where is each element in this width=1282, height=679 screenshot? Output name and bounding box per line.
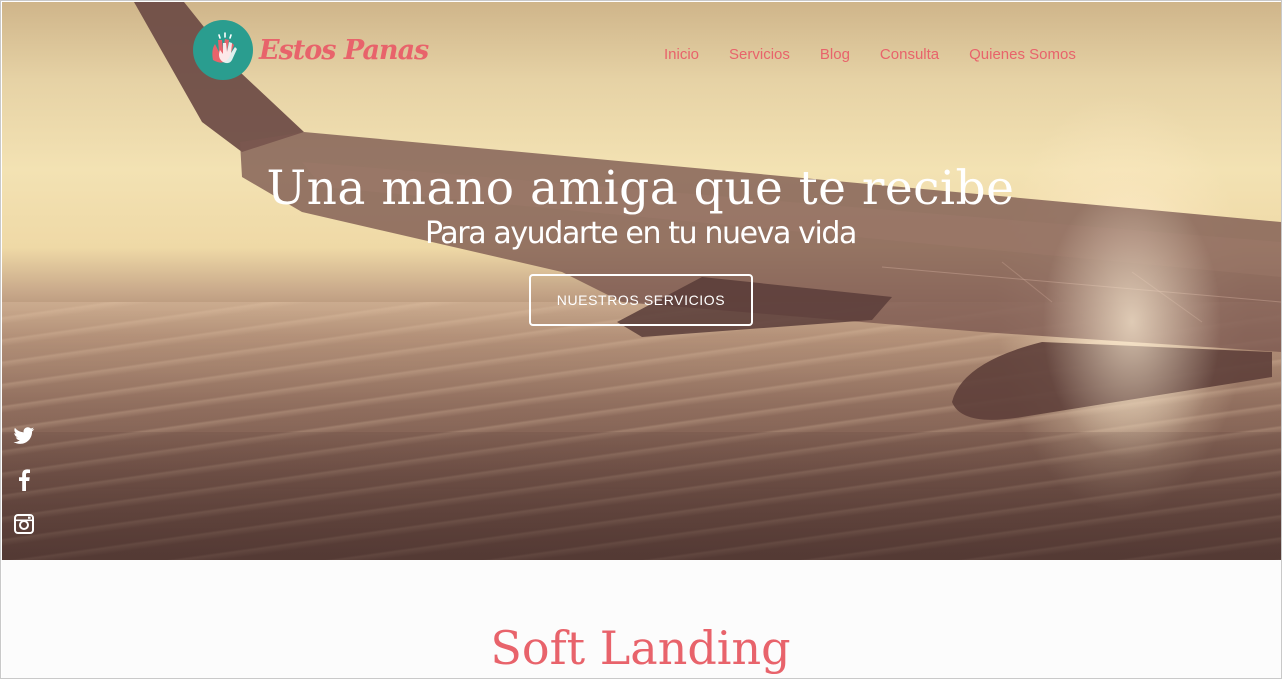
social-links: [13, 425, 35, 535]
hero-subtitle: Para ayudarte en tu nueva vida: [424, 216, 857, 251]
nav-item-quienes-somos[interactable]: Quienes Somos: [969, 46, 1076, 63]
nav-item-blog[interactable]: Blog: [820, 46, 850, 63]
site-logo[interactable]: Estos Panas: [193, 20, 429, 80]
main-nav: Inicio Servicios Blog Consulta Quienes S…: [664, 46, 1106, 63]
page-frame: Estos Panas Inicio Servicios Blog Consul…: [0, 0, 1282, 679]
twitter-icon[interactable]: [13, 425, 35, 447]
nav-item-inicio[interactable]: Inicio: [664, 46, 699, 63]
brand-name: Estos Panas: [259, 34, 429, 66]
services-cta-button[interactable]: NUESTROS SERVICIOS: [529, 274, 753, 326]
hero-title: Una mano amiga que te recibe: [266, 161, 1015, 216]
facebook-icon[interactable]: [13, 469, 35, 491]
nav-item-servicios[interactable]: Servicios: [729, 46, 790, 63]
section-title: Soft Landing: [490, 621, 791, 675]
nav-item-consulta[interactable]: Consulta: [880, 46, 939, 63]
instagram-icon[interactable]: [13, 513, 35, 535]
high-five-hands-icon: [193, 20, 253, 80]
